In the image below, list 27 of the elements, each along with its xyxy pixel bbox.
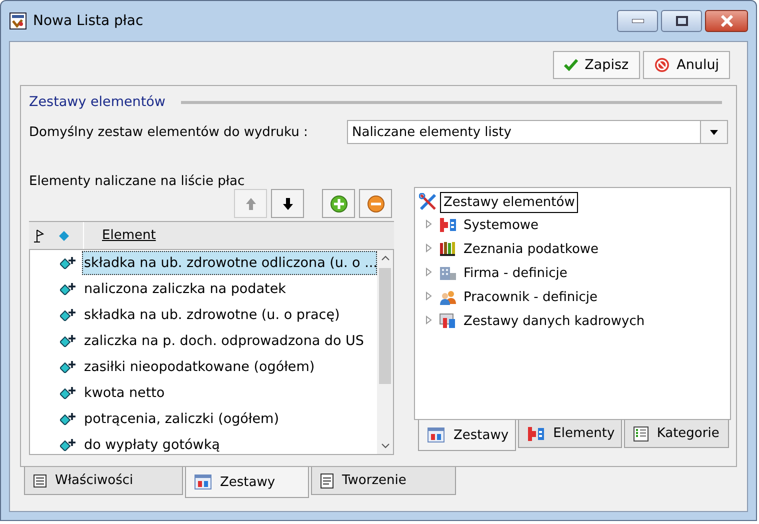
section-label: Elementy naliczane na liście płac: [29, 174, 246, 191]
tree-node[interactable]: Zestawy danych kadrowych: [463, 314, 645, 328]
tree-node[interactable]: Pracownik - definicje: [463, 290, 598, 304]
tree-node[interactable]: Systemowe: [463, 218, 539, 232]
field-label: Domyślny zestaw elementów do wydruku :: [29, 124, 309, 140]
list-item[interactable]: składka na ub. zdrowotne (u. o pracę): [82, 303, 378, 327]
list-item[interactable]: zasiłki nieopodatkowane (ogółem): [82, 355, 378, 379]
tab[interactable]: Zestawy: [185, 467, 309, 498]
tab[interactable]: Tworzenie: [311, 467, 456, 495]
list-item[interactable]: do wypłaty gotówką: [82, 433, 378, 454]
tree-node[interactable]: Firma - definicje: [463, 266, 568, 280]
tab[interactable]: Elementy: [518, 420, 622, 448]
list-item[interactable]: potrącenia, zaliczki (ogółem): [82, 407, 378, 431]
tree-node[interactable]: Zeznania podatkowe: [463, 242, 599, 256]
list-item[interactable]: zaliczka na p. doch. odprowadzona do US: [82, 329, 378, 353]
list-item[interactable]: składka na ub. zdrowotne odliczona (u. o ...: [82, 251, 378, 275]
group-title: Zestawy elementów: [29, 94, 166, 110]
save-button[interactable]: Zapisz: [552, 51, 640, 79]
tab[interactable]: Właściwości: [24, 467, 183, 495]
tree-root-label[interactable]: Zestawy elementów: [440, 192, 578, 212]
print-set-dropdown[interactable]: Naliczane elementy listy: [347, 120, 728, 144]
tab[interactable]: Kategorie: [624, 420, 730, 448]
cancel-button[interactable]: Anuluj: [642, 51, 730, 79]
tab[interactable]: Zestawy: [418, 420, 516, 451]
list-item[interactable]: naliczona zaliczka na podatek: [82, 277, 378, 301]
list-item[interactable]: kwota netto: [82, 381, 378, 405]
window-title: Nowa Lista płac: [33, 13, 144, 29]
